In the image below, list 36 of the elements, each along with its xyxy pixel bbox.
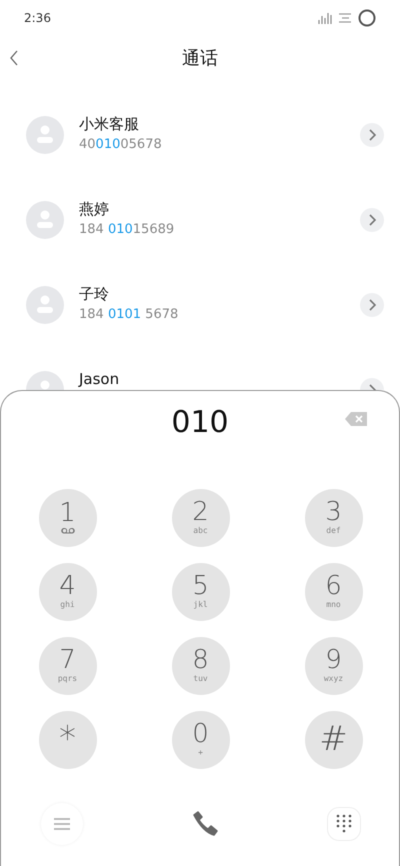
dial-key[interactable]: 9 wxyz [304,637,362,695]
dial-key[interactable]: # [304,711,362,769]
back-icon[interactable] [9,50,19,66]
chevron-button[interactable] [360,122,384,146]
signal-icon [318,12,332,24]
contact-name: 子玲 [79,284,110,304]
keypad-icon [336,814,352,834]
avatar-icon [26,116,64,154]
chevron-button[interactable] [360,208,384,232]
dial-key[interactable]: 4 ghi [38,563,96,621]
dial-key[interactable]: 3 def [304,489,362,547]
dialed-number: 010 [171,404,229,440]
page-title: 通话 [182,47,218,70]
phone-number: 4001005678 [79,136,163,154]
dial-key[interactable]: 6 mno [304,563,362,621]
dial-key[interactable]: 2 abc [172,489,230,547]
dial-key[interactable]: 8 tuv [172,637,230,695]
dial-key[interactable]: 0 + [172,711,230,769]
phone-number: 184 0101 5678 [79,306,180,324]
contact-name: Jason [79,369,120,389]
keypad-button[interactable] [327,807,361,841]
avatar-icon [26,200,64,238]
avatar-icon [26,286,64,324]
contact-name: 小米客服 [79,114,140,134]
status-time: 2:36 [24,11,51,25]
dial-key[interactable]: * [38,711,96,769]
voicemail-icon [60,526,74,534]
dial-key[interactable]: 7 pqrs [38,637,96,695]
contact-name: 燕婷 [79,199,110,219]
phone-number: 184 01015689 [79,221,176,239]
dial-key[interactable]: 5 jkl [172,563,230,621]
dial-key[interactable]: 1 [38,489,96,547]
menu-icon [54,817,70,831]
phone-icon[interactable] [191,810,219,838]
chevron-button[interactable] [360,292,384,316]
ring-icon [358,9,376,27]
